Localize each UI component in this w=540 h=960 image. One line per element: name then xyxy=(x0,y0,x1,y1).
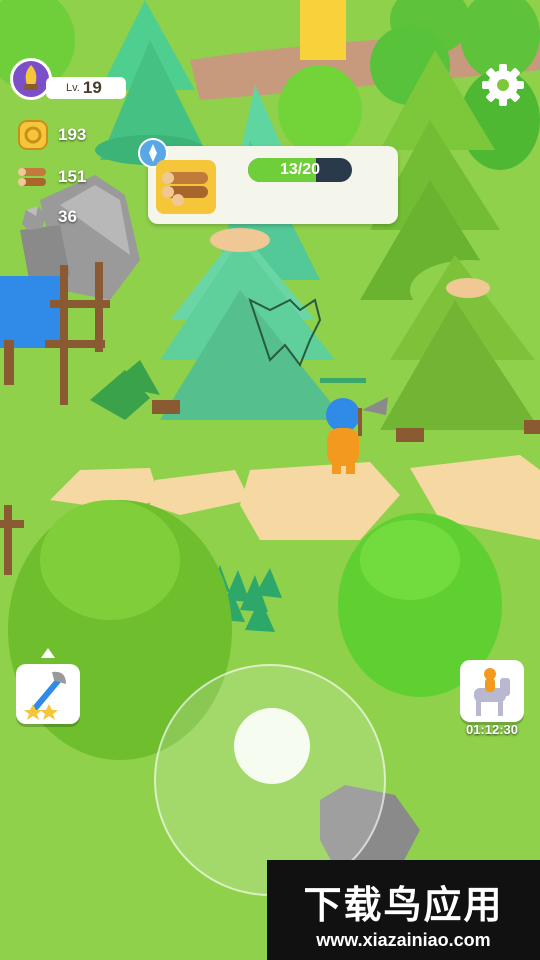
axe-upgrade-button[interactable] xyxy=(16,648,80,724)
water-pool xyxy=(0,276,68,348)
watermark-title: 下载鸟应用 xyxy=(303,885,504,927)
resource-coins: 193 xyxy=(16,118,136,152)
quest-progress-text: 13/20 xyxy=(279,161,321,178)
log-bundle-icon xyxy=(156,160,216,214)
watermark-banner: 下载鸟应用 www.xiazainiao.com xyxy=(267,860,540,960)
quest-panel[interactable]: 13/20 xyxy=(138,138,398,224)
stone-value: 36 xyxy=(58,207,77,226)
coin-icon xyxy=(18,120,48,150)
wood-value: 151 xyxy=(58,167,87,186)
gear-icon xyxy=(482,64,524,106)
level-value: 19 xyxy=(82,78,102,97)
upgrade-arrow-icon xyxy=(41,648,55,658)
resource-wood: 151 xyxy=(16,160,136,194)
quest-progress-bar: 13/20 xyxy=(248,158,352,182)
level-prefix: Lv. xyxy=(66,82,80,94)
coins-value: 193 xyxy=(58,125,87,144)
mount-button[interactable] xyxy=(460,660,524,722)
watermark-url: www.xiazainiao.com xyxy=(316,930,491,950)
player-profile[interactable]: Lv. 19 xyxy=(10,58,126,100)
level-badge: Lv. 19 xyxy=(46,77,126,99)
settings-button[interactable] xyxy=(480,62,526,108)
joystick-knob[interactable] xyxy=(234,708,310,784)
stone-icon xyxy=(22,206,46,230)
axe-icon xyxy=(24,671,66,720)
helmet-icon xyxy=(24,65,38,90)
horse-rider-icon xyxy=(474,668,510,716)
log-icon xyxy=(18,168,46,186)
mount-timer: 01:12:30 xyxy=(465,722,519,737)
resource-stone: 36 xyxy=(16,200,136,234)
